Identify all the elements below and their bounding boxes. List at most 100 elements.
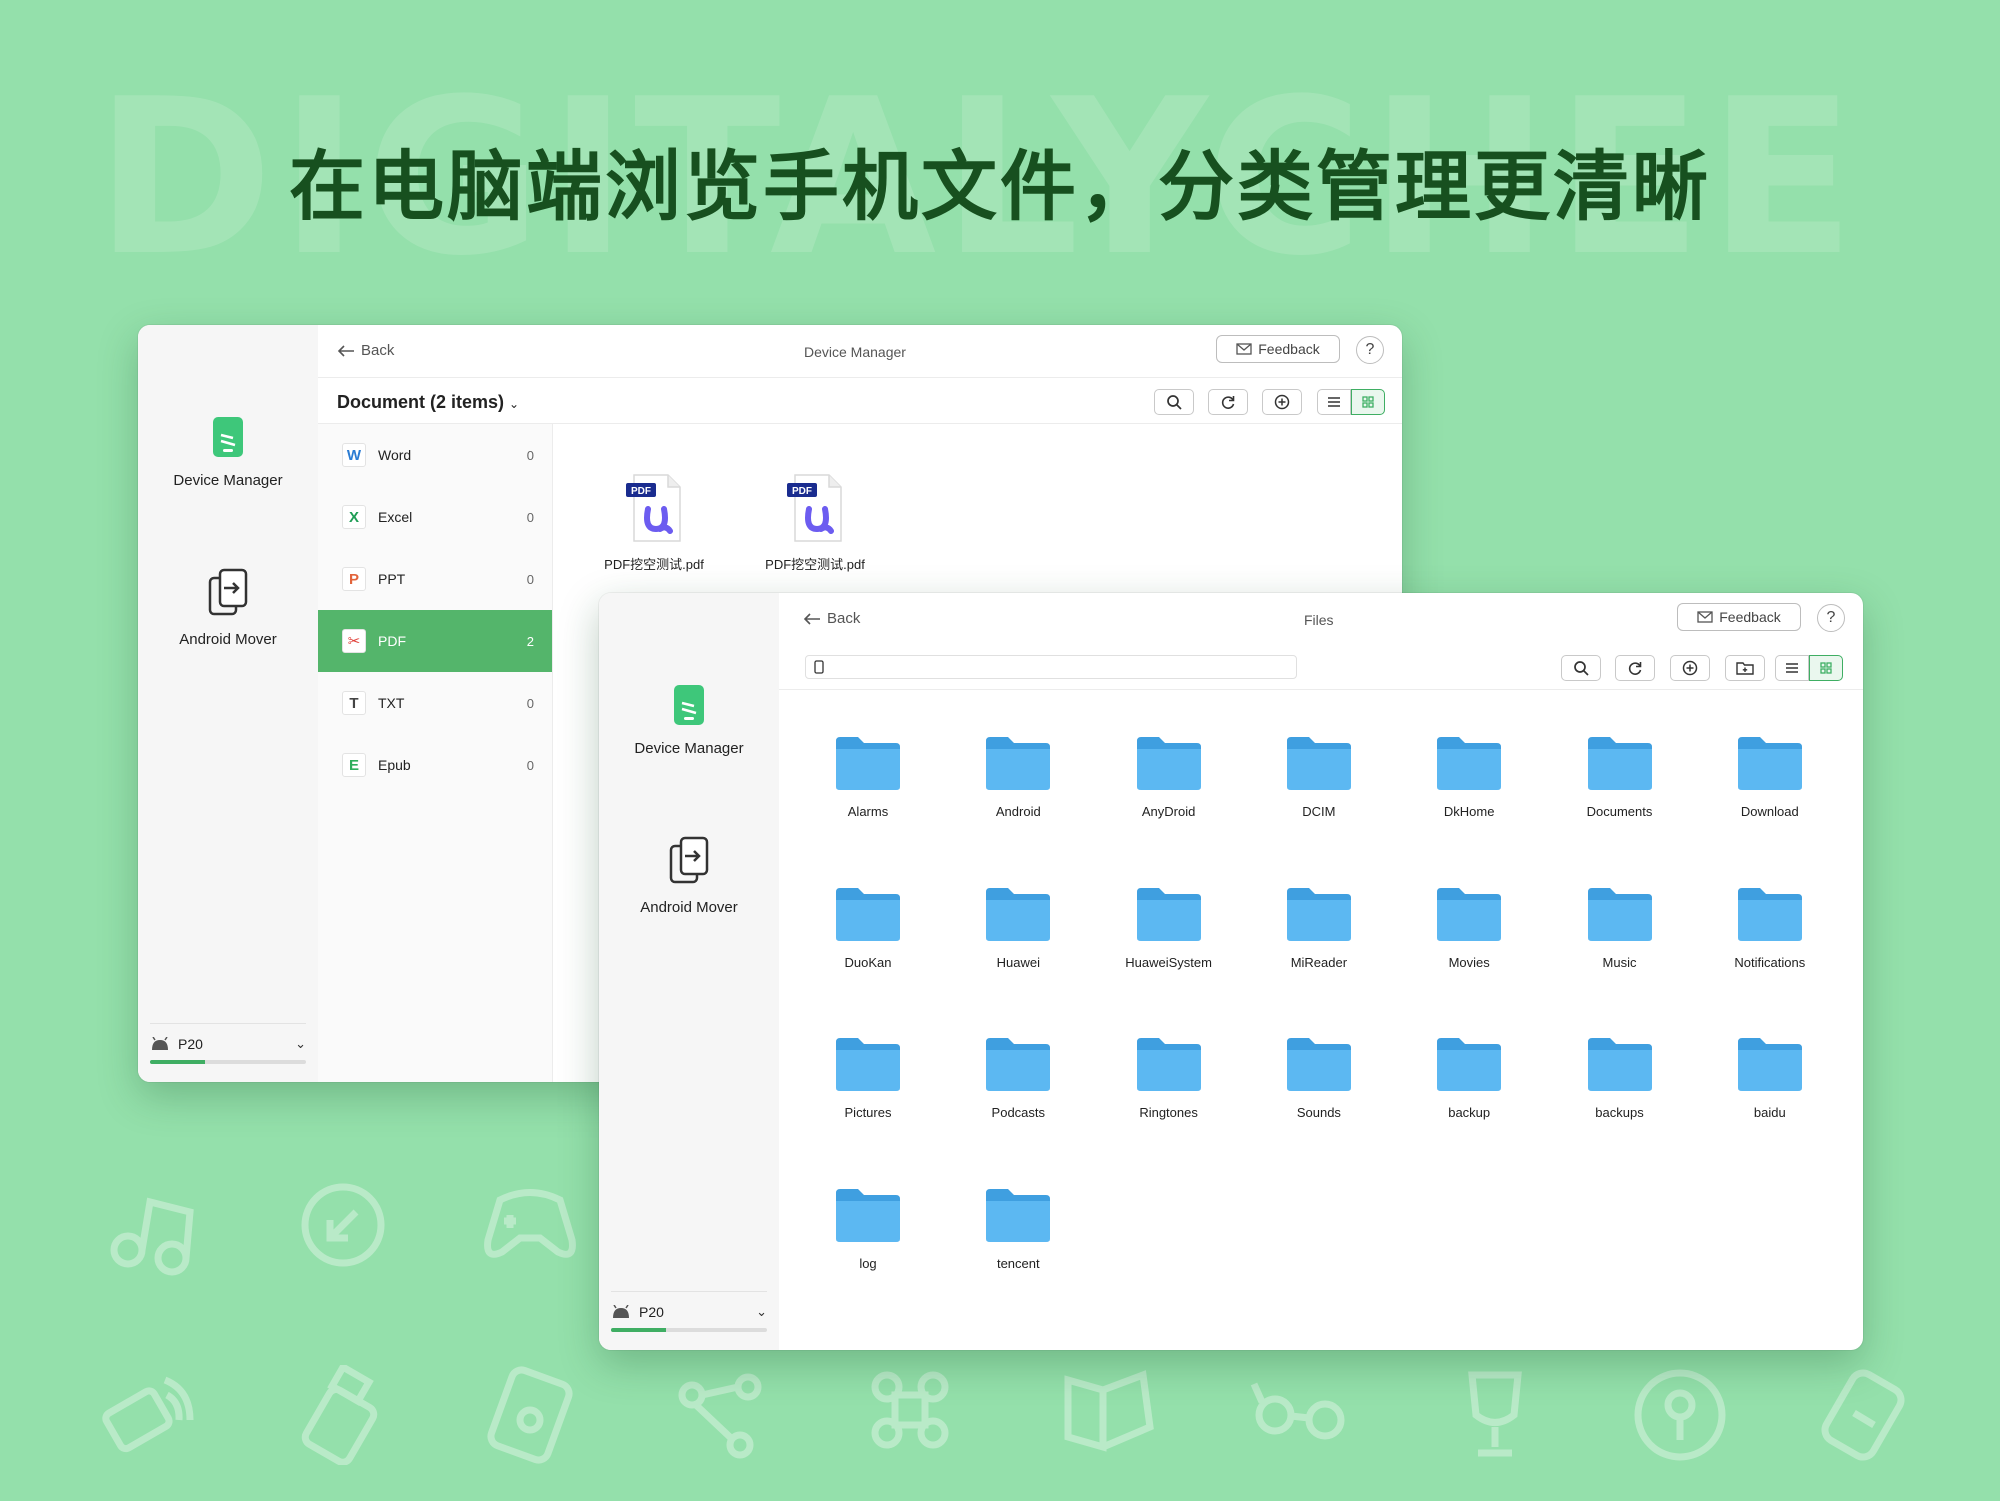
add-button[interactable]	[1670, 655, 1710, 681]
path-bar[interactable]	[805, 655, 1297, 679]
tag-icon	[1821, 1369, 1905, 1461]
lock-file-icon	[487, 1366, 573, 1464]
folder-item[interactable]: HuaweiSystem	[1109, 886, 1229, 970]
folder-item[interactable]: backup	[1409, 1036, 1529, 1120]
folder-item[interactable]: log	[808, 1187, 928, 1271]
chevron-down-icon: ⌄	[295, 1036, 306, 1051]
folder-name: Podcasts	[991, 1105, 1046, 1120]
sidebar-item-label: Android Mover	[640, 899, 738, 916]
folder-name: Sounds	[1296, 1105, 1341, 1120]
folder-item[interactable]: baidu	[1710, 1036, 1830, 1120]
new-folder-icon	[1736, 662, 1754, 675]
folder-name: DCIM	[1302, 804, 1336, 819]
plus-circle-icon	[1682, 660, 1698, 676]
section-title[interactable]: Document (2 items) ⌄	[337, 392, 519, 413]
folder-item[interactable]: Notifications	[1710, 886, 1830, 970]
new-folder-button[interactable]	[1725, 655, 1765, 681]
folder-item[interactable]: Ringtones	[1109, 1036, 1229, 1120]
device-name: P20	[639, 1304, 664, 1320]
folder-icon	[1587, 887, 1652, 941]
category-item-txt[interactable]: T TXT 0	[318, 672, 552, 734]
window-title: Device Manager	[804, 344, 906, 360]
refresh-button[interactable]	[1208, 389, 1248, 415]
sidebar-item-android-mover[interactable]: Android Mover	[599, 836, 779, 916]
android-icon	[152, 1037, 168, 1050]
category-item-excel[interactable]: X Excel 0	[318, 486, 552, 548]
folder-item[interactable]: Alarms	[808, 735, 928, 819]
search-button[interactable]	[1154, 389, 1194, 415]
plus-circle-icon	[1274, 394, 1290, 410]
folder-item[interactable]: Pictures	[808, 1036, 928, 1120]
file-item[interactable]: PDF PDF挖空测试.pdf	[584, 473, 724, 573]
folder-icon	[986, 887, 1051, 941]
mail-icon	[1236, 343, 1252, 355]
section-title-text: Document (2 items)	[337, 392, 505, 412]
pdf-file-icon: PDF	[626, 474, 681, 542]
download-circle-icon	[301, 1183, 385, 1267]
category-item-word[interactable]: W Word 0	[318, 424, 552, 486]
grid-icon	[1362, 396, 1374, 408]
folder-item[interactable]: Music	[1560, 886, 1680, 970]
folder-item[interactable]: DuoKan	[808, 886, 928, 970]
wifi-device-icon	[102, 1376, 194, 1453]
device-name: P20	[178, 1036, 203, 1052]
category-label: Excel	[378, 509, 413, 525]
folder-item[interactable]: MiReader	[1259, 886, 1379, 970]
sidebar-item-device-manager[interactable]: Device Manager	[138, 415, 318, 489]
folder-name: MiReader	[1290, 954, 1348, 970]
folder-item[interactable]: tencent	[958, 1187, 1078, 1271]
help-button[interactable]: ?	[1817, 604, 1845, 632]
folder-item[interactable]: Android	[958, 735, 1078, 819]
folder-item[interactable]: backups	[1560, 1036, 1680, 1120]
category-item-pdf[interactable]: ✂ PDF 2	[318, 610, 552, 672]
device-selector[interactable]: P20 ⌄	[150, 1023, 306, 1064]
title-bar: Back Files Feedback ?	[599, 593, 1863, 643]
folder-item[interactable]: Huawei	[958, 886, 1078, 970]
category-item-epub[interactable]: E Epub 0	[318, 734, 552, 796]
file-name: PDF挖空测试.pdf	[765, 557, 865, 572]
category-icon: T	[342, 691, 366, 715]
key-circle-icon	[1634, 1369, 1726, 1461]
folder-item[interactable]: Documents	[1560, 735, 1680, 819]
add-button[interactable]	[1262, 389, 1302, 415]
category-count: 2	[526, 633, 534, 649]
folder-item[interactable]: Movies	[1409, 886, 1529, 970]
folder-item[interactable]: Podcasts	[958, 1036, 1078, 1120]
folder-icon	[1737, 887, 1802, 941]
category-label: Epub	[378, 757, 411, 773]
back-button[interactable]: Back	[803, 610, 860, 627]
storage-fill	[150, 1060, 205, 1064]
grid-view-button[interactable]	[1809, 655, 1843, 681]
help-button[interactable]: ?	[1356, 336, 1384, 364]
feedback-button[interactable]: Feedback	[1216, 335, 1340, 363]
file-item[interactable]: PDF PDF挖空测试.pdf	[745, 473, 885, 573]
folder-name: Ringtones	[1139, 1105, 1198, 1120]
sidebar-item-device-manager[interactable]: Device Manager	[599, 683, 779, 757]
back-button[interactable]: Back	[337, 342, 394, 359]
folder-item[interactable]: Sounds	[1259, 1036, 1379, 1120]
category-label: TXT	[378, 695, 405, 711]
folder-name: Pictures	[844, 1105, 892, 1120]
search-button[interactable]	[1561, 655, 1601, 681]
folder-item[interactable]: AnyDroid	[1109, 735, 1229, 819]
list-view-button[interactable]	[1317, 389, 1351, 415]
folder-item[interactable]: DkHome	[1409, 735, 1529, 819]
folder-icon	[1286, 737, 1351, 790]
refresh-button[interactable]	[1615, 655, 1655, 681]
folder-name: backup	[1448, 1105, 1491, 1120]
list-view-button[interactable]	[1775, 655, 1809, 681]
device-selector[interactable]: P20 ⌄	[611, 1291, 767, 1332]
folder-item[interactable]: DCIM	[1259, 735, 1379, 819]
feedback-button[interactable]: Feedback	[1677, 603, 1801, 631]
folder-icon	[836, 887, 900, 941]
category-icon: W	[342, 443, 366, 467]
folder-icon	[836, 1038, 900, 1091]
category-item-ppt[interactable]: P PPT 0	[318, 548, 552, 610]
book-icon	[1064, 1370, 1154, 1452]
sidebar-item-android-mover[interactable]: Android Mover	[138, 568, 318, 648]
folder-item[interactable]: Download	[1710, 735, 1830, 819]
folder-icon	[1587, 737, 1652, 790]
phone-icon	[674, 685, 704, 725]
grid-view-button[interactable]	[1351, 389, 1385, 415]
glasses-icon	[1250, 1382, 1345, 1440]
